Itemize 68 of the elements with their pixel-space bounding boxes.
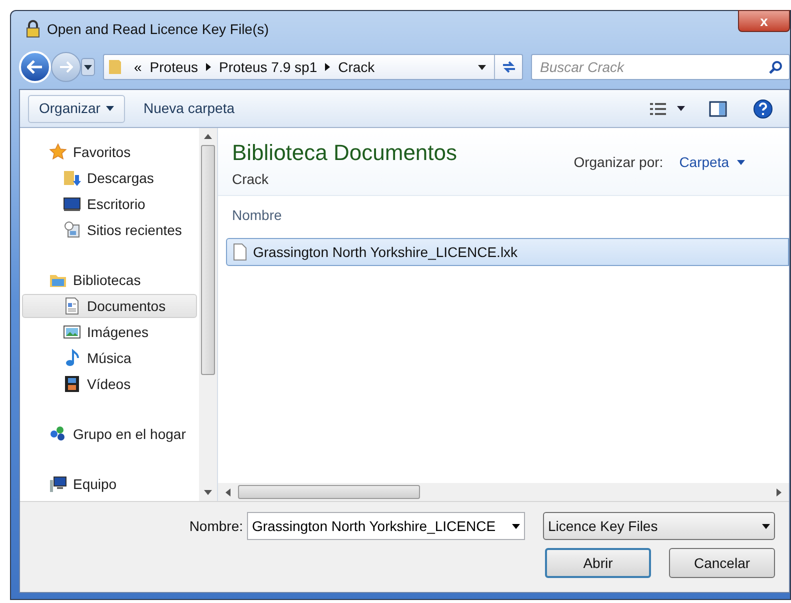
sidebar-item[interactable]: Equipo — [22, 472, 197, 496]
sidebar-item[interactable]: Bibliotecas — [22, 268, 197, 292]
star-icon — [49, 143, 67, 161]
details-view-icon — [649, 102, 667, 116]
caret-icon — [512, 524, 520, 528]
arrange-by-label: Organizar por: — [574, 153, 664, 172]
horizontal-scrollbar[interactable] — [218, 483, 789, 501]
library-title: Biblioteca Documentos — [232, 139, 458, 167]
breadcrumb[interactable]: Proteus 7.9 sp1 — [219, 56, 318, 78]
library-subtitle: Crack — [232, 170, 270, 189]
sidebar-item[interactable]: Imágenes — [22, 320, 197, 344]
caret-icon — [677, 106, 685, 111]
preview-pane-icon — [709, 100, 727, 116]
breadcrumb[interactable]: Proteus — [150, 56, 198, 78]
lock-icon — [25, 20, 41, 38]
sidebar-item[interactable]: Favoritos — [22, 140, 197, 164]
sidebar-item[interactable]: Vídeos — [22, 372, 197, 396]
breadcrumb[interactable]: Crack — [338, 56, 375, 78]
organize-button[interactable]: Organizar — [28, 94, 126, 122]
caret-icon — [84, 64, 92, 70]
chevron-right-icon — [325, 63, 330, 71]
film-icon — [63, 375, 81, 393]
sidebar-item[interactable]: Escritorio — [22, 192, 197, 216]
caret-icon — [762, 524, 770, 528]
image-icon — [63, 323, 81, 341]
dialog-button[interactable]: Abrir — [545, 548, 651, 578]
file-row[interactable]: Grassington North Yorkshire_LICENCE.lxk — [226, 238, 789, 266]
file-type-dropdown[interactable]: Licence Key Files — [543, 512, 775, 540]
computer-icon — [49, 475, 67, 493]
sidebar-item[interactable]: Música — [22, 346, 197, 370]
sidebar-item[interactable]: Documentos — [22, 294, 197, 318]
address-bar[interactable]: « Proteus Proteus 7.9 sp1 Crack — [103, 54, 523, 80]
search-icon — [769, 61, 782, 74]
refresh-arrows-icon — [500, 60, 516, 74]
monitor-icon — [63, 195, 81, 213]
column-header[interactable]: Nombre — [232, 207, 282, 223]
chevron-right-icon — [206, 63, 212, 71]
caret-icon — [106, 106, 114, 111]
help-icon — [753, 98, 773, 118]
dropdown-caret-icon — [478, 64, 486, 70]
new-folder-button[interactable]: Nueva carpeta — [133, 94, 245, 122]
address-overflow-chevron[interactable]: « — [134, 56, 142, 78]
homegroup-icon — [49, 425, 67, 443]
scroll-right-icon — [776, 488, 782, 496]
history-dropdown[interactable] — [81, 58, 95, 76]
filename-label: Nombre: — [189, 516, 243, 536]
scroll-up-icon — [204, 134, 212, 139]
dialog-button[interactable]: Cancelar — [669, 548, 775, 578]
search-field[interactable]: Buscar Crack — [531, 54, 790, 80]
document-icon — [63, 297, 81, 315]
window-title: Open and Read Licence Key File(s) — [47, 20, 269, 39]
back-button[interactable] — [19, 51, 51, 83]
music-note-icon — [63, 349, 81, 367]
scroll-down-icon — [204, 490, 212, 495]
sidebar-item[interactable]: Descargas — [22, 166, 197, 190]
filename-field[interactable]: Grassington North Yorkshire_LICENCE — [247, 512, 525, 540]
caret-icon — [737, 160, 745, 165]
recent-places-icon — [63, 221, 81, 239]
close-button[interactable]: x — [738, 10, 790, 32]
arrange-by-dropdown[interactable]: Carpeta — [679, 152, 745, 173]
folder-download-icon — [63, 169, 81, 187]
arrow-right-icon — [59, 61, 73, 73]
file-icon — [233, 243, 247, 261]
sidebar-item[interactable]: Sitios recientes — [22, 218, 197, 242]
arrow-left-icon — [27, 60, 43, 74]
scroll-left-icon — [226, 488, 230, 496]
sidebar-item[interactable]: Grupo en el hogar — [22, 422, 197, 446]
vertical-scrollbar[interactable] — [199, 128, 217, 501]
